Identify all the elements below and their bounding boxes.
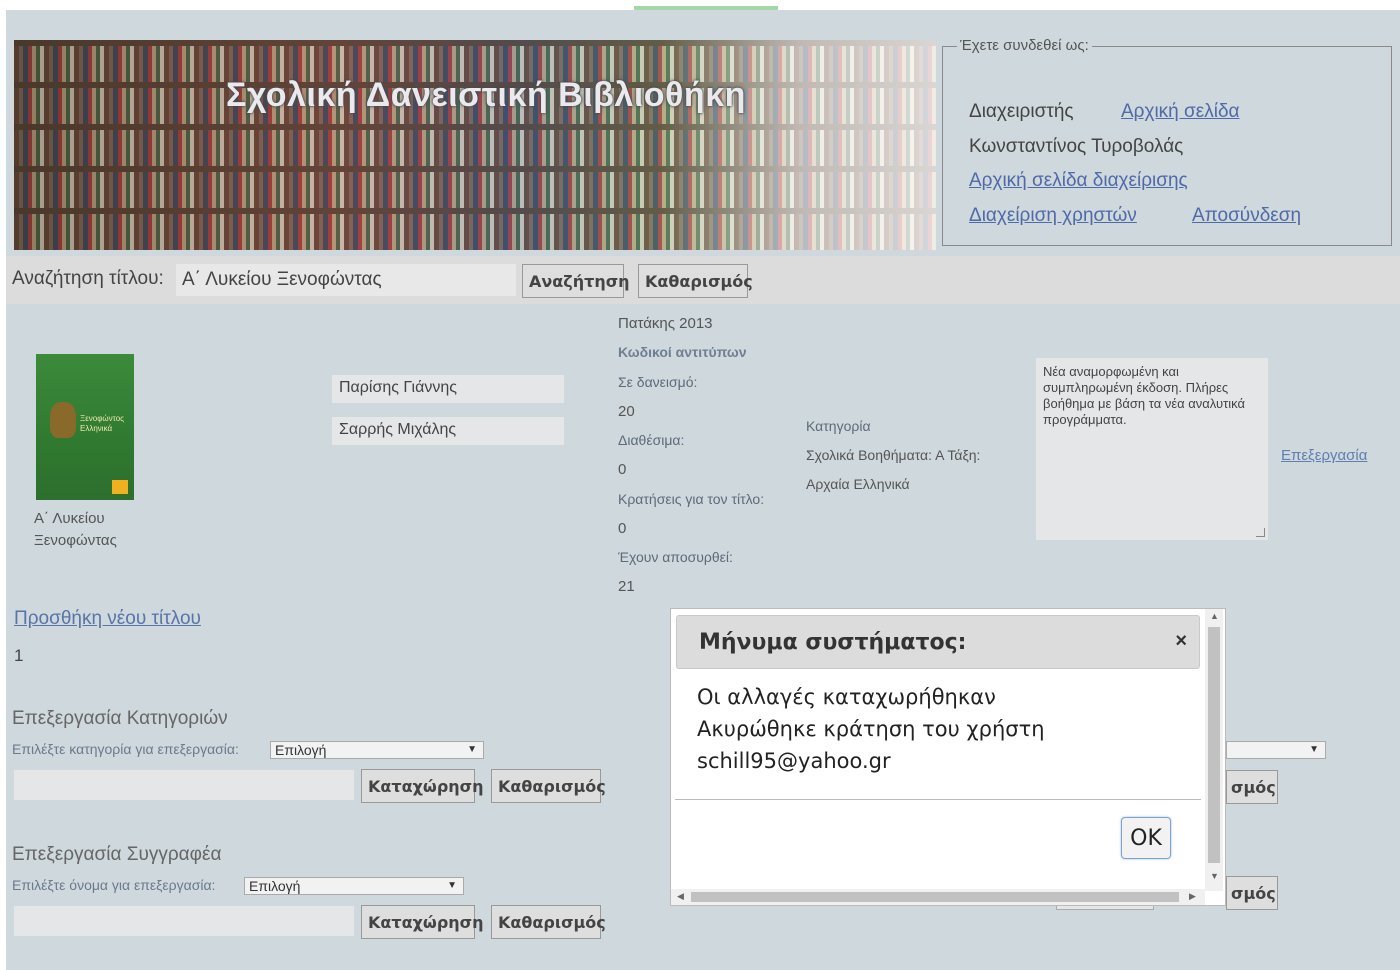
- manage-users-link[interactable]: Διαχείριση χρηστών: [969, 205, 1137, 227]
- withdrawn-value: 21: [618, 578, 635, 595]
- logout-link[interactable]: Αποσύνδεση: [1192, 205, 1301, 227]
- category-select[interactable]: Επιλογή ▼: [270, 741, 484, 759]
- category-label: Κατηγορία: [806, 418, 871, 434]
- save-author-button[interactable]: Καταχώρηση: [361, 905, 484, 939]
- right-clear-button[interactable]: σμός: [1226, 770, 1278, 804]
- category-subvalue: Αρχαία Ελληνικά: [806, 476, 910, 492]
- login-legend: Έχετε συνδεθεί ως:: [957, 37, 1092, 54]
- banner-title: Σχολική Δανειστική Βιβλιοθήκη: [226, 76, 746, 114]
- horizontal-scrollbar[interactable]: ◀ ▶: [671, 889, 1205, 905]
- dialog-title: Μήνυμα συστήματος:: [699, 630, 967, 655]
- scroll-thumb[interactable]: [1208, 627, 1220, 863]
- chevron-down-icon: ▼: [467, 744, 477, 755]
- resize-handle-icon[interactable]: [1256, 528, 1265, 537]
- category-select-label: Επιλέξτε κατηγορία για επεξεργασία:: [12, 741, 239, 757]
- scroll-up-icon[interactable]: ▲: [1210, 611, 1219, 621]
- book-title-line2: Ξενοφώντας: [34, 532, 117, 549]
- publisher-logo-icon: [112, 480, 128, 494]
- right-clear-button[interactable]: σμός: [1226, 876, 1278, 910]
- category-value: Σχολικά Βοηθήματα: Α Τάξη:: [806, 447, 981, 463]
- clear-category-button[interactable]: Καθαρισμός: [491, 769, 606, 803]
- available-label: Διαθέσιμα:: [618, 432, 685, 448]
- scroll-right-icon[interactable]: ▶: [1189, 891, 1196, 902]
- author-select[interactable]: Επιλογή ▼: [244, 877, 464, 895]
- author-field[interactable]: Παρίσης Γιάννης: [332, 375, 564, 403]
- ok-button[interactable]: OK: [1121, 817, 1171, 859]
- vertical-scrollbar[interactable]: ▲ ▼: [1205, 609, 1223, 891]
- copy-codes-label: Κωδικοί αντιτύπων: [618, 344, 747, 360]
- search-label: Αναζήτηση τίτλου:: [12, 268, 164, 289]
- edit-link[interactable]: Επεξεργασία: [1281, 447, 1367, 464]
- library-banner: Σχολική Δανειστική Βιβλιοθήκη: [14, 40, 936, 250]
- author-select-value: Επιλογή: [249, 878, 301, 894]
- close-icon[interactable]: ×: [1175, 630, 1187, 653]
- reservations-value: 0: [618, 520, 627, 537]
- available-value: 0: [618, 461, 627, 478]
- search-input[interactable]: [176, 264, 516, 296]
- dialog-header[interactable]: Μήνυμα συστήματος: ×: [676, 615, 1200, 669]
- clear-author-button[interactable]: Καθαρισμός: [491, 905, 606, 939]
- search-button[interactable]: Αναζήτηση: [522, 264, 630, 298]
- on-loan-value: 20: [618, 403, 635, 420]
- user-name: Κωνσταντίνος Τυροβολάς: [969, 136, 1184, 157]
- description-textarea[interactable]: Νέα αναμορφωμένη και συμπληρωμένη έκδοση…: [1036, 358, 1268, 540]
- dialog-message-line: Οι αλλαγές καταχωρήθηκαν: [697, 685, 996, 709]
- chevron-down-icon: ▼: [1309, 744, 1319, 755]
- category-name-input[interactable]: [14, 770, 354, 800]
- login-info-box: Έχετε συνδεθεί ως: Διαχειριστής Αρχική σ…: [942, 37, 1392, 246]
- add-title-link[interactable]: Προσθήκη νέου τίτλου: [14, 608, 201, 630]
- author-section-title: Επεξεργασία Συγγραφέα: [12, 844, 222, 865]
- dialog-message-line: schill95@yahoo.gr: [697, 749, 891, 773]
- results-count: 1: [14, 646, 24, 665]
- on-loan-label: Σε δανεισμό:: [618, 374, 698, 390]
- withdrawn-label: Έχουν αποσυρθεί:: [618, 549, 733, 565]
- cover-figure-icon: [50, 402, 76, 438]
- user-role: Διαχειριστής: [969, 101, 1074, 122]
- dialog-message-line: Ακυρώθηκε κράτηση του χρήστη: [697, 717, 1045, 741]
- clear-search-button[interactable]: Καθαρισμός: [638, 264, 753, 298]
- scroll-down-icon[interactable]: ▼: [1210, 871, 1219, 881]
- search-bar: Αναζήτηση τίτλου: Αναζήτηση Καθαρισμός: [6, 256, 1400, 304]
- scroll-thumb[interactable]: [691, 892, 1179, 902]
- chevron-down-icon: ▼: [447, 880, 457, 891]
- home-link[interactable]: Αρχική σελίδα: [1121, 101, 1240, 123]
- save-category-button[interactable]: Καταχώρηση: [361, 769, 484, 803]
- categories-section-title: Επεξεργασία Κατηγοριών: [12, 708, 228, 729]
- description-text: Νέα αναμορφωμένη και συμπληρωμένη έκδοση…: [1043, 364, 1245, 427]
- book-title-line1: Α΄ Λυκείου: [34, 510, 105, 527]
- book-cover[interactable]: Ξενοφώντος Ελληνικά: [36, 354, 134, 500]
- category-select-value: Επιλογή: [275, 742, 327, 758]
- right-select[interactable]: ▼: [1226, 741, 1326, 759]
- system-message-dialog: Μήνυμα συστήματος: × Οι αλλαγές καταχωρή…: [670, 608, 1226, 906]
- scroll-left-icon[interactable]: ◀: [677, 891, 684, 902]
- author-select-label: Επιλέξτε όνομα για επεξεργασία:: [12, 877, 216, 893]
- publisher-year: Πατάκης 2013: [618, 315, 713, 332]
- dialog-divider: [675, 799, 1201, 800]
- author-field[interactable]: Σαρρής Μιχάλης: [332, 417, 564, 445]
- author-name-input[interactable]: [14, 906, 354, 936]
- admin-home-link[interactable]: Αρχική σελίδα διαχείρισης: [969, 170, 1188, 192]
- reservations-label: Κρατήσεις για τον τίτλο:: [618, 491, 765, 507]
- cover-text: Ξενοφώντος Ελληνικά: [80, 414, 124, 433]
